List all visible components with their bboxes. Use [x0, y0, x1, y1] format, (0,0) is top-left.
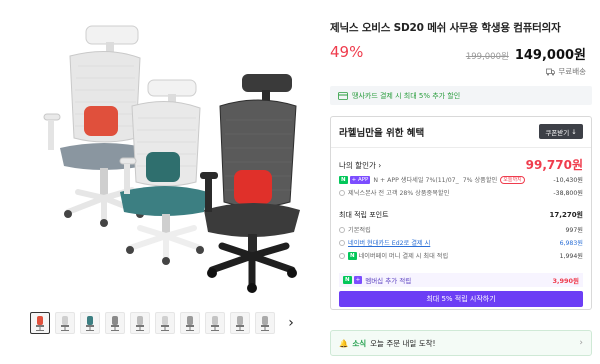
bullet-icon: [339, 226, 345, 233]
discount-rate: 49%: [330, 43, 364, 61]
my-price-label-text: 나의 할인가: [339, 161, 376, 170]
product-title: 제닉스 오비스 SD20 메쉬 사무용 학생용 컴퓨터의자: [330, 22, 561, 34]
delivery-text: 오늘 주문 내일 도착!: [370, 338, 436, 348]
points-row: 기본적립 997원: [339, 225, 583, 234]
points-total: 17,270원: [549, 211, 583, 219]
download-icon: ↓: [571, 127, 577, 136]
points-row-label: 네이버페이 머니 결제 시 최대 적립: [358, 253, 449, 260]
discount-row-amount: -38,800원: [553, 190, 583, 197]
discount-row-extra: 7% 상품할인: [462, 177, 498, 184]
thumbnail-chair-icon: [261, 316, 269, 331]
points-row-label: 기본적립: [348, 227, 371, 234]
thumbnail-8[interactable]: [205, 312, 225, 334]
shipping-text: 무료배송: [558, 67, 586, 76]
shipping-info: 무료배송: [546, 66, 586, 77]
thumbnail-7[interactable]: [180, 312, 200, 334]
card-banner-text: 땡사카드 결제 시 최대 5% 추가 할인: [352, 91, 461, 100]
npay-badge: N: [348, 251, 357, 260]
bell-icon: 🔔: [339, 338, 349, 348]
points-row-amount: 1,994원: [559, 253, 583, 260]
thumbnail-10[interactable]: [255, 312, 275, 334]
chevron-right-icon: ›: [579, 338, 583, 348]
discount-row: 제닉스본사 전 고객 28% 상품중복할인 -38,800원: [339, 188, 583, 197]
thumbnail-4[interactable]: [105, 312, 125, 334]
today-tag: 오늘까지: [500, 175, 525, 184]
benefit-divider: [331, 147, 591, 148]
original-price: 199,000원: [465, 52, 509, 62]
bullet-icon: [339, 239, 345, 246]
thumbnail-chair-icon: [86, 316, 94, 331]
npay-badge: N: [343, 276, 352, 284]
thumbnail-chair-icon: [236, 316, 244, 331]
my-price-label[interactable]: 나의 할인가 ›: [339, 160, 381, 171]
product-info: 제닉스 오비스 SD20 메쉬 사무용 학생용 컴퓨터의자 49% 199,00…: [330, 0, 592, 364]
coupon-button[interactable]: 쿠폰받기 ↓: [539, 124, 583, 139]
thumbnail-chair-icon: [161, 316, 169, 331]
thumbnail-next-arrow[interactable]: ›: [284, 313, 298, 333]
app-badge: + APP: [349, 175, 371, 184]
membership-row: N + 멤버십 추가 적립 3,990원: [339, 273, 583, 287]
price-row: 199,000원 149,000원: [466, 44, 586, 63]
bullet-icon: [339, 252, 345, 259]
discount-row-amount: -10,430원: [553, 177, 583, 184]
thumbnail-chair-icon: [61, 316, 69, 331]
bullet-icon: [339, 189, 345, 196]
benefit-box: 라헬님만을 위한 혜택 쿠폰받기 ↓ 나의 할인가 › 99,770원 N + …: [330, 116, 592, 310]
thumbnail-chair-icon: [36, 316, 44, 331]
discount-row-label: 제닉스본사 전 고객 28% 상품중복할인: [348, 190, 450, 197]
delivery-banner[interactable]: 🔔 소식 오늘 주문 내일 도착! ›: [330, 330, 592, 356]
thumbnail-6[interactable]: [155, 312, 175, 334]
thumbnail-9[interactable]: [230, 312, 250, 334]
points-title: 최대 적립 포인트: [339, 211, 389, 219]
membership-label: 멤버십 추가 적립: [365, 277, 412, 285]
sale-price: 149,000원: [514, 48, 586, 63]
points-row: 네이버 현대카드 Ed2로 결제 시 6,983원: [339, 238, 583, 247]
discount-row: N + APP N + APP 생다세일 7%(11/07_ 7% 상품할인 오…: [339, 175, 583, 184]
thumbnail-5[interactable]: [130, 312, 150, 334]
membership-signup-button[interactable]: 최대 5% 적립 시작하기: [339, 291, 583, 307]
thumbnail-chair-icon: [186, 316, 194, 331]
product-gallery: ›: [0, 0, 310, 364]
thumbnail-chair-icon: [136, 316, 144, 331]
plus-badge: +: [353, 276, 363, 284]
points-row: N 네이버페이 머니 결제 시 최대 적립 1,994원: [339, 251, 583, 260]
points-header: 최대 적립 포인트 17,270원: [339, 210, 583, 220]
thumbnail-3[interactable]: [80, 312, 100, 334]
thumbnail-chair-icon: [211, 316, 219, 331]
benefit-title: 라헬님만을 위한 혜택: [339, 128, 425, 139]
my-price: 99,770원: [525, 158, 583, 172]
points-row-amount: 6,983원: [559, 240, 583, 247]
thumbnail-strip: [30, 312, 275, 336]
card-icon: [338, 91, 348, 100]
points-row-link[interactable]: 네이버 현대카드 Ed2로 결제 시: [348, 238, 430, 247]
product-main-image[interactable]: [8, 6, 304, 302]
chevron-right-icon: ›: [378, 161, 382, 170]
truck-icon: [546, 68, 556, 75]
points-row-amount: 997원: [565, 227, 583, 234]
membership-amount: 3,990원: [552, 277, 579, 285]
npay-badge: N: [339, 175, 348, 184]
coupon-button-label: 쿠폰받기: [545, 128, 570, 137]
discount-row-label: N + APP 생다세일 7%(11/07_: [373, 177, 459, 184]
thumbnail-1[interactable]: [30, 312, 50, 334]
chair-green: [119, 79, 208, 265]
chair-black: [200, 74, 300, 293]
thumbnail-2[interactable]: [55, 312, 75, 334]
card-discount-banner[interactable]: 땡사카드 결제 시 최대 5% 추가 할인: [330, 86, 592, 105]
delivery-badge: 소식: [352, 338, 367, 348]
thumbnail-chair-icon: [111, 316, 119, 331]
